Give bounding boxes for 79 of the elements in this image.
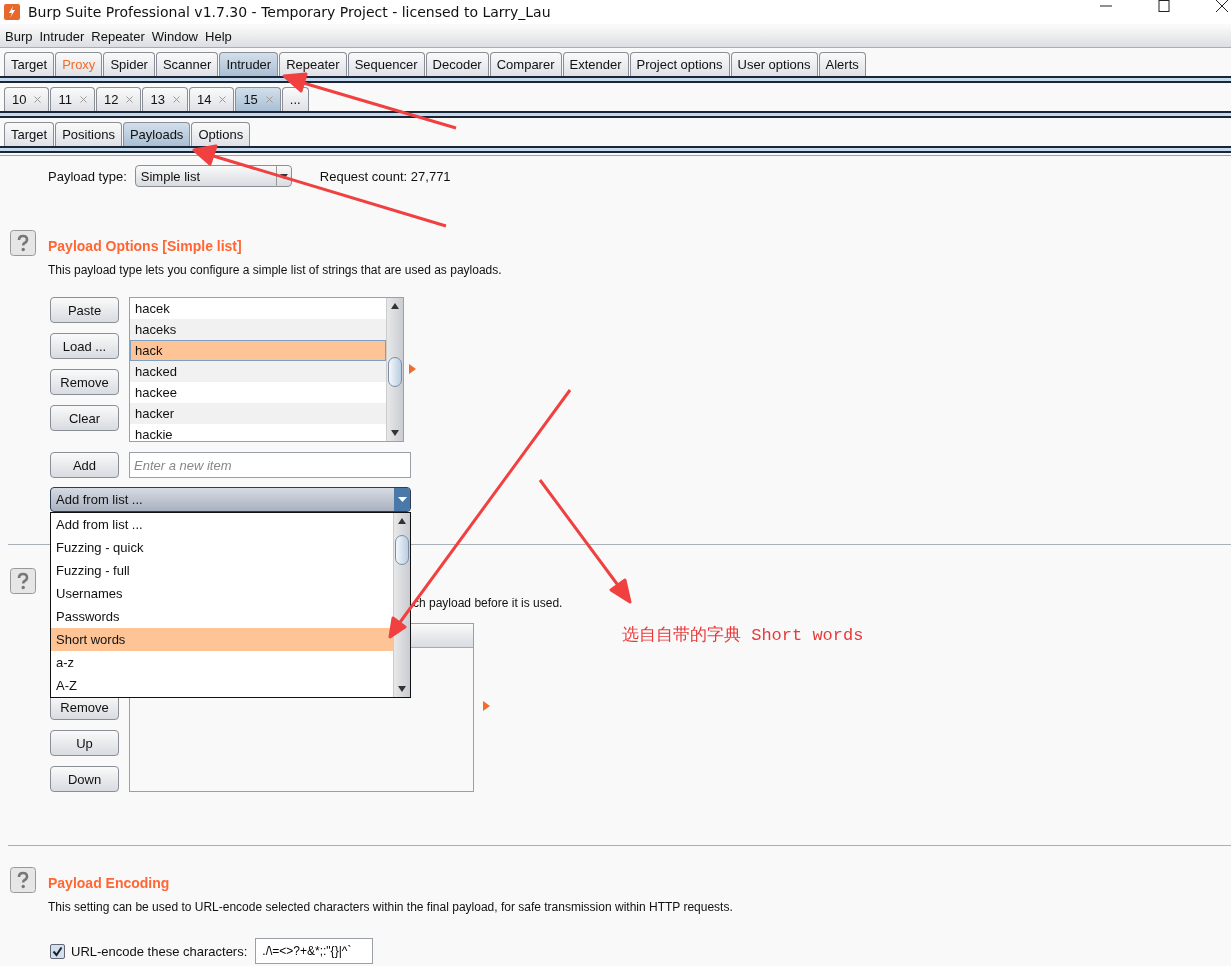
dropdown-option[interactable]: Passwords <box>51 605 393 628</box>
dropdown-option[interactable]: Short words <box>51 628 393 651</box>
dropdown-option[interactable]: a-z <box>51 651 393 674</box>
close-tab-icon[interactable] <box>219 96 227 103</box>
menu-item[interactable]: Burp <box>5 28 33 44</box>
menu-item[interactable]: Intruder <box>39 28 85 44</box>
characters-field[interactable]: ./\=<>?+&*;:"{}|^` <box>255 938 374 964</box>
main-tab[interactable]: Intruder <box>219 52 279 76</box>
attack-tab[interactable]: 15 <box>235 87 281 111</box>
main-tab[interactable]: Decoder <box>425 52 489 76</box>
maximize-icon[interactable] <box>1157 0 1171 13</box>
main-tab[interactable]: Alerts <box>818 52 866 76</box>
scrollbar[interactable] <box>393 513 410 697</box>
add-from-list-dropdown[interactable]: Add from list ... <box>50 487 411 512</box>
main-tab[interactable]: Repeater <box>279 52 347 76</box>
attack-tab[interactable]: 12 <box>95 87 142 111</box>
sub-tab[interactable]: Options <box>191 122 251 146</box>
payload-type-label: Payload type: <box>48 168 127 184</box>
list-action-button[interactable]: Remove <box>50 369 119 395</box>
section-description: This setting can be used to URL-encode selected characters within the final payload, for safe transmission within HTTP requests. <box>47 900 734 914</box>
menu-item[interactable]: Window <box>151 28 198 44</box>
expand-arrow-icon[interactable] <box>409 364 416 374</box>
attack-tab[interactable]: 10 <box>4 87 50 111</box>
payload-item[interactable]: haceks <box>130 319 386 340</box>
dropdown-option[interactable]: Usernames <box>51 582 393 605</box>
main-tab[interactable]: Extender <box>562 52 629 76</box>
checkmark-icon <box>52 945 63 957</box>
section-title: Payload Options [Simple list] <box>48 238 242 254</box>
close-tab-icon[interactable] <box>265 96 273 103</box>
main-tab[interactable]: Scanner <box>155 52 219 76</box>
dropdown-option[interactable]: Add from list ... <box>51 513 393 536</box>
scrollbar-thumb[interactable] <box>395 535 409 565</box>
rule-action-button[interactable]: Up <box>50 730 119 756</box>
list-action-button[interactable]: Paste <box>50 297 119 323</box>
list-action-button[interactable]: Clear <box>50 405 119 431</box>
close-tab-icon[interactable] <box>34 96 42 103</box>
rule-action-button[interactable]: Down <box>50 766 119 792</box>
section-title: Payload Encoding <box>48 875 170 891</box>
scrollbar-thumb[interactable] <box>388 357 402 387</box>
annotation-note: 选自自带的字典 Short words <box>622 624 864 646</box>
attack-tab[interactable]: 11 <box>50 87 95 111</box>
dropdown-option[interactable]: A-Z <box>51 674 393 697</box>
help-icon[interactable] <box>10 867 36 893</box>
close-tab-icon[interactable] <box>126 96 134 103</box>
section-description: This payload type lets you configure a simple list of strings that are used as payloads. <box>47 263 503 277</box>
dropdown-option[interactable]: Fuzzing - quick <box>51 536 393 559</box>
close-tab-icon[interactable] <box>79 96 87 103</box>
app-logo-icon <box>4 4 20 20</box>
payload-item[interactable]: hack <box>130 340 386 361</box>
add-button[interactable]: Add <box>50 452 119 478</box>
request-count: Request count: 27,771 <box>319 168 451 184</box>
main-tab[interactable]: Spider <box>103 52 155 76</box>
close-icon[interactable] <box>1215 0 1229 13</box>
main-tab[interactable]: User options <box>730 52 818 76</box>
new-item-field[interactable]: Enter a new item <box>129 452 411 478</box>
main-tab[interactable]: Project options <box>629 52 730 76</box>
expand-arrow-icon[interactable] <box>483 701 490 711</box>
payload-item[interactable]: hacked <box>130 361 386 382</box>
payload-type-dropdown[interactable]: Simple list <box>134 165 292 187</box>
main-tab[interactable]: Comparer <box>489 52 562 76</box>
help-icon[interactable] <box>10 230 36 256</box>
help-icon[interactable] <box>10 568 36 594</box>
main-tab[interactable]: Target <box>4 52 55 76</box>
menu-item[interactable]: Help <box>205 28 232 44</box>
sub-tab[interactable]: Positions <box>55 122 122 146</box>
attack-tab[interactable]: 14 <box>188 87 235 111</box>
main-tab[interactable]: Sequencer <box>347 52 425 76</box>
close-tab-icon[interactable] <box>172 96 180 103</box>
attack-tab[interactable]: 13 <box>142 87 188 111</box>
payload-item[interactable]: hacker <box>130 403 386 424</box>
window-title: Burp Suite Professional v1.7.30 - Temporary Project - licensed to Larry_Lau <box>28 4 551 20</box>
list-action-button[interactable]: Load ... <box>50 333 119 359</box>
scrollbar[interactable] <box>386 298 403 441</box>
menu-item[interactable]: Repeater <box>91 28 145 44</box>
attack-tab[interactable]: ... <box>281 87 309 111</box>
dropdown-option[interactable]: Fuzzing - full <box>51 559 393 582</box>
sub-tab[interactable]: Target <box>4 122 55 146</box>
url-encode-checkbox[interactable]: URL-encode these characters: <box>50 943 248 959</box>
sub-tab[interactable]: Payloads <box>122 122 191 146</box>
